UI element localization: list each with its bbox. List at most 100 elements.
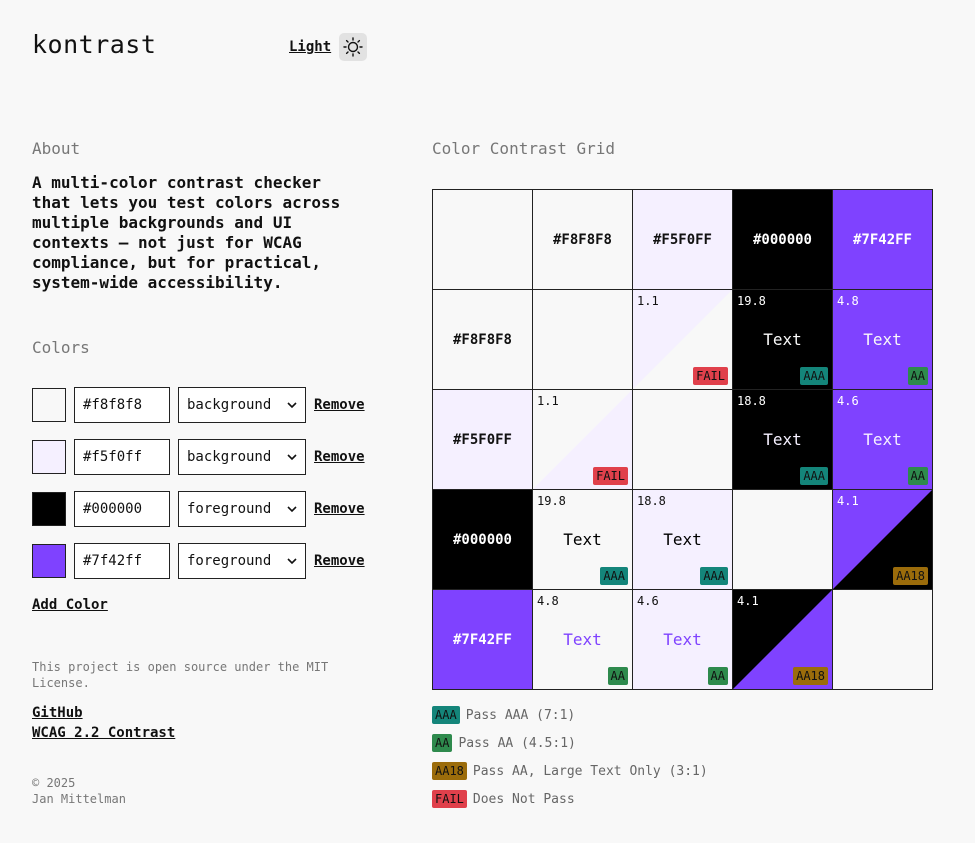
hex-input[interactable]: #f5f0ff bbox=[74, 439, 170, 475]
contrast-grid: #F8F8F8 #F5F0FF #000000 #7F42FF #F8F8F8 1.1 FA… bbox=[432, 189, 933, 690]
remove-color-button[interactable]: Remove bbox=[314, 397, 365, 413]
contrast-ratio: 18.8 bbox=[737, 394, 766, 408]
role-select[interactable]: foreground bbox=[178, 491, 306, 527]
column-header: #F8F8F8 bbox=[533, 190, 633, 290]
github-link[interactable]: GitHub bbox=[32, 705, 83, 721]
app-logo[interactable]: kontrast bbox=[32, 30, 156, 59]
row-header: #7F42FF bbox=[433, 590, 533, 690]
contrast-ratio: 4.1 bbox=[737, 594, 759, 608]
grid-cell[interactable]: Text 4.8 AA bbox=[833, 290, 933, 390]
sample-text: Text bbox=[563, 530, 602, 549]
wcag-link[interactable]: WCAG 2.2 Contrast bbox=[32, 725, 175, 741]
grid-cell[interactable]: 4.1 AA18 bbox=[833, 490, 933, 590]
color-row: #f5f0ff background Remove bbox=[32, 439, 365, 475]
contrast-ratio: 19.8 bbox=[737, 294, 766, 308]
rating-badge: AA bbox=[907, 367, 928, 385]
rating-badge: AAA bbox=[800, 467, 828, 485]
contrast-ratio: 1.1 bbox=[637, 294, 659, 308]
grid-cell[interactable]: Text 4.6 AA bbox=[633, 590, 733, 690]
sample-text: Text bbox=[763, 330, 802, 349]
hex-input[interactable]: #000000 bbox=[74, 491, 170, 527]
contrast-ratio: 4.8 bbox=[837, 294, 859, 308]
legend-badge: FAIL bbox=[432, 790, 467, 808]
grid-cell[interactable]: 1.1 FAIL bbox=[633, 290, 733, 390]
legend-text: Pass AAA (7:1) bbox=[465, 707, 576, 723]
contrast-ratio: 4.1 bbox=[837, 494, 859, 508]
legend-item: AA18 Pass AA, Large Text Only (3:1) bbox=[432, 762, 708, 780]
row-header: #F5F0FF bbox=[433, 390, 533, 490]
role-select[interactable]: foreground bbox=[178, 543, 306, 579]
rating-badge: AAA bbox=[600, 567, 628, 585]
rating-badge: AA18 bbox=[793, 667, 828, 685]
author-name: Jan Mittelman bbox=[32, 792, 126, 806]
color-swatch[interactable] bbox=[32, 492, 66, 526]
color-row: #f8f8f8 background Remove bbox=[32, 387, 365, 423]
role-select[interactable]: background bbox=[178, 439, 306, 475]
rating-badge: AA bbox=[707, 667, 728, 685]
colors-heading: Colors bbox=[32, 338, 90, 357]
rating-badge: AAA bbox=[700, 567, 728, 585]
sample-text: Text bbox=[863, 430, 902, 449]
grid-cell-empty bbox=[833, 590, 933, 690]
row-header: #F8F8F8 bbox=[433, 290, 533, 390]
legend-badge: AA bbox=[432, 734, 453, 752]
sun-icon bbox=[343, 37, 363, 57]
sample-text: Text bbox=[763, 430, 802, 449]
chevron-down-icon bbox=[287, 506, 297, 513]
grid-cell[interactable]: Text 4.6 AA bbox=[833, 390, 933, 490]
grid-heading: Color Contrast Grid bbox=[432, 139, 616, 158]
grid-cell[interactable]: 1.1 FAIL bbox=[533, 390, 633, 490]
legend-item: AA Pass AA (4.5:1) bbox=[432, 734, 576, 752]
about-text: A multi-color contrast checker that lets… bbox=[32, 173, 341, 292]
legend-item: AAA Pass AAA (7:1) bbox=[432, 706, 575, 724]
grid-cell[interactable]: 4.1 AA18 bbox=[733, 590, 833, 690]
role-select[interactable]: background bbox=[178, 387, 306, 423]
legend-item: FAIL Does Not Pass bbox=[432, 790, 575, 808]
grid-cell[interactable]: Text 4.8 AA bbox=[533, 590, 633, 690]
license-text: This project is open source under the MI… bbox=[32, 660, 329, 690]
rating-badge: FAIL bbox=[593, 467, 628, 485]
legend-text: Does Not Pass bbox=[472, 791, 575, 807]
color-swatch[interactable] bbox=[32, 440, 66, 474]
row-header: #000000 bbox=[433, 490, 533, 590]
hex-input[interactable]: #7f42ff bbox=[74, 543, 170, 579]
sample-text: Text bbox=[563, 630, 602, 649]
theme-label[interactable]: Light bbox=[289, 39, 331, 55]
remove-color-button[interactable]: Remove bbox=[314, 449, 365, 465]
contrast-ratio: 4.6 bbox=[637, 594, 659, 608]
hex-input[interactable]: #f8f8f8 bbox=[74, 387, 170, 423]
contrast-ratio: 19.8 bbox=[537, 494, 566, 508]
sample-text: Text bbox=[663, 530, 702, 549]
copyright-year: © 2025 bbox=[32, 776, 76, 790]
role-select-value: background bbox=[187, 449, 272, 465]
column-header: #7F42FF bbox=[833, 190, 933, 290]
color-swatch[interactable] bbox=[32, 544, 66, 578]
grid-cell[interactable]: Text 18.8 AAA bbox=[633, 490, 733, 590]
add-color-button[interactable]: Add Color bbox=[32, 597, 108, 613]
sample-text: Text bbox=[863, 330, 902, 349]
legend-badge: AAA bbox=[432, 706, 460, 724]
contrast-ratio: 4.6 bbox=[837, 394, 859, 408]
grid-cell[interactable]: Text 18.8 AAA bbox=[733, 390, 833, 490]
theme-toggle-button[interactable] bbox=[339, 33, 368, 61]
theme-toggle[interactable]: Light bbox=[289, 33, 368, 61]
about-heading: About bbox=[32, 139, 81, 158]
remove-color-button[interactable]: Remove bbox=[314, 501, 365, 517]
grid-cell[interactable]: Text 19.8 AAA bbox=[533, 490, 633, 590]
color-swatch[interactable] bbox=[32, 388, 66, 422]
rating-badge: AA bbox=[907, 467, 928, 485]
rating-badge: AA bbox=[607, 667, 628, 685]
color-row: #7f42ff foreground Remove bbox=[32, 543, 365, 579]
sample-text: Text bbox=[663, 630, 702, 649]
grid-cell[interactable]: Text 19.8 AAA bbox=[733, 290, 833, 390]
rating-badge: FAIL bbox=[693, 367, 728, 385]
role-select-value: background bbox=[187, 397, 272, 413]
chevron-down-icon bbox=[287, 558, 297, 565]
color-row: #000000 foreground Remove bbox=[32, 491, 365, 527]
copyright: © 2025 Jan Mittelman bbox=[32, 775, 126, 807]
remove-color-button[interactable]: Remove bbox=[314, 553, 365, 569]
contrast-ratio: 1.1 bbox=[537, 394, 559, 408]
contrast-ratio: 18.8 bbox=[637, 494, 666, 508]
legend-text: Pass AA, Large Text Only (3:1) bbox=[472, 763, 708, 779]
role-select-value: foreground bbox=[187, 553, 272, 569]
